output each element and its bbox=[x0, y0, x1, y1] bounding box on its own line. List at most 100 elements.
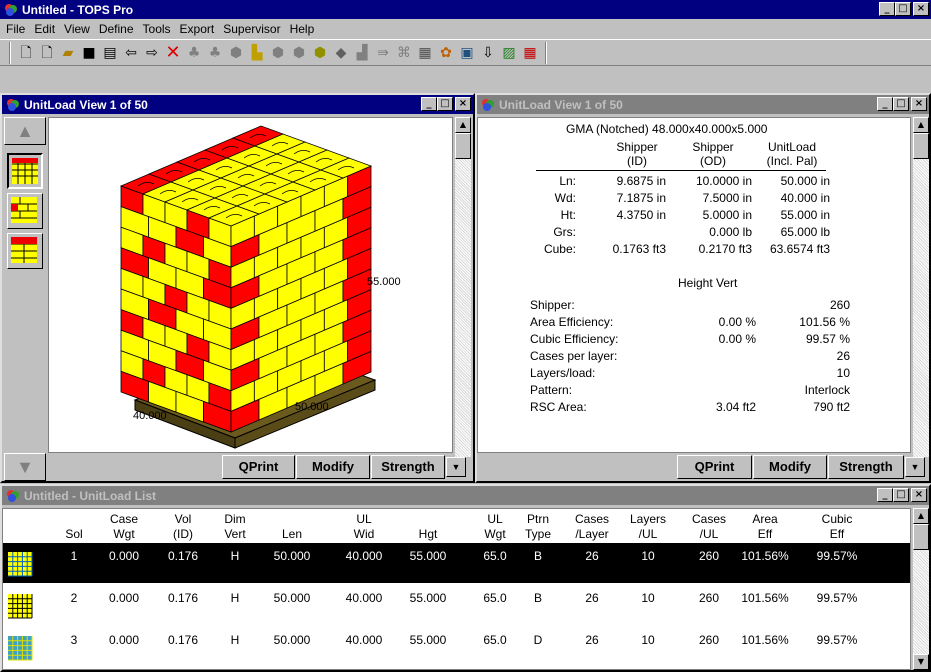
close-button[interactable]: × bbox=[455, 97, 471, 111]
back-arrow-icon[interactable]: ⇦ bbox=[122, 44, 140, 62]
table-row[interactable]: 3 0.000 0.176 H 50.000 40.000 55.000 65.0 D 26 10 2… bbox=[3, 627, 910, 667]
right-view-titlebar[interactable]: UnitLoad View 1 of 50 _ □ × bbox=[477, 95, 929, 114]
tool-11-icon[interactable]: ⌘ bbox=[395, 44, 413, 62]
strength-button[interactable]: Strength bbox=[371, 455, 445, 479]
new-doc2-icon[interactable]: 🗋 bbox=[38, 44, 56, 62]
list-header[interactable]: (ID) bbox=[163, 527, 203, 541]
menu-tools[interactable]: Tools bbox=[143, 22, 171, 36]
list-header[interactable]: Eff bbox=[735, 527, 795, 541]
list-header[interactable]: Eff bbox=[803, 527, 871, 541]
scroll-thumb[interactable] bbox=[913, 524, 929, 550]
tool-2-icon[interactable]: ♣ bbox=[206, 44, 224, 62]
scroll-up-button[interactable]: ▲ bbox=[455, 117, 471, 133]
tool-3-icon[interactable]: ⬢ bbox=[227, 44, 245, 62]
menu-help[interactable]: Help bbox=[290, 22, 315, 36]
table-row[interactable]: 2 0.000 0.176 H 50.000 40.000 55.000 65.0 B 26 10 2… bbox=[3, 585, 910, 625]
maximize-button[interactable]: □ bbox=[893, 488, 909, 502]
menu-export[interactable]: Export bbox=[180, 22, 215, 36]
menu-file[interactable]: File bbox=[6, 22, 25, 36]
list-header[interactable]: Area bbox=[735, 512, 795, 526]
qprint-button[interactable]: QPrint bbox=[222, 455, 295, 479]
list-header[interactable]: Wgt bbox=[473, 527, 517, 541]
app-titlebar[interactable]: Untitled - TOPS Pro _ □ × bbox=[0, 0, 931, 19]
tool-9-icon[interactable]: ▟ bbox=[353, 44, 371, 62]
list-header[interactable]: Vert bbox=[217, 527, 253, 541]
delete-x-icon[interactable]: ✕ bbox=[164, 43, 182, 62]
modify-button[interactable]: Modify bbox=[753, 455, 827, 479]
list-header[interactable]: Case bbox=[103, 512, 145, 526]
left-view-titlebar[interactable]: UnitLoad View 1 of 50 _ □ × bbox=[2, 95, 473, 114]
tool-8-icon[interactable]: ◆ bbox=[332, 44, 350, 62]
close-button[interactable]: × bbox=[913, 2, 929, 16]
scroll-up-button[interactable]: ▲ bbox=[913, 117, 929, 133]
print-icon[interactable]: ▤ bbox=[101, 44, 119, 62]
minimize-button[interactable]: _ bbox=[879, 2, 895, 16]
list-header[interactable]: Wid bbox=[335, 527, 393, 541]
menu-supervisor[interactable]: Supervisor bbox=[223, 22, 280, 36]
tool-13-icon[interactable]: ✿ bbox=[437, 44, 455, 62]
right-view-scrollbar[interactable]: ▲ bbox=[913, 117, 929, 457]
strength-dropdown-icon[interactable]: ▼ bbox=[446, 457, 466, 477]
list-header[interactable]: Sol bbox=[63, 527, 85, 541]
modify-button[interactable]: Modify bbox=[296, 455, 370, 479]
tool-10-icon[interactable]: ⇛ bbox=[374, 44, 392, 62]
minimize-button[interactable]: _ bbox=[877, 488, 893, 502]
strength-dropdown-icon[interactable]: ▼ bbox=[905, 457, 925, 477]
list-header[interactable]: Dim bbox=[217, 512, 253, 526]
tool-4-icon[interactable]: ▙ bbox=[248, 44, 266, 62]
maximize-button[interactable]: □ bbox=[895, 2, 911, 16]
list-header[interactable]: Cubic bbox=[803, 512, 871, 526]
list-header[interactable]: Hgt bbox=[399, 527, 457, 541]
scroll-down-arrow-icon[interactable]: ▼ bbox=[4, 453, 46, 481]
maximize-button[interactable]: □ bbox=[893, 97, 909, 111]
scroll-thumb[interactable] bbox=[455, 133, 471, 159]
menu-edit[interactable]: Edit bbox=[34, 22, 55, 36]
minimize-button[interactable]: _ bbox=[421, 97, 437, 111]
close-button[interactable]: × bbox=[911, 488, 927, 502]
list-scrollbar[interactable]: ▲ ▼ bbox=[913, 508, 929, 670]
tool-14-icon[interactable]: ▣ bbox=[458, 44, 476, 62]
left-view-scrollbar[interactable]: ▲ bbox=[455, 117, 471, 457]
strength-button[interactable]: Strength bbox=[828, 455, 904, 479]
top-view-button[interactable] bbox=[7, 153, 43, 189]
tool-5-icon[interactable]: ⬢ bbox=[269, 44, 287, 62]
maximize-button[interactable]: □ bbox=[437, 97, 453, 111]
list-header[interactable]: /UL bbox=[625, 527, 671, 541]
list-header[interactable]: Type bbox=[523, 527, 553, 541]
list-header[interactable]: Cases bbox=[569, 512, 615, 526]
scroll-thumb[interactable] bbox=[913, 133, 929, 159]
list-header[interactable]: Cases bbox=[689, 512, 729, 526]
list-titlebar[interactable]: Untitled - UnitLoad List _ □ × bbox=[2, 486, 929, 505]
tool-6-icon[interactable]: ⬢ bbox=[290, 44, 308, 62]
list-header[interactable]: UL bbox=[335, 512, 393, 526]
table-row[interactable]: 1 0.000 0.176 H 50.000 40.000 55.000 65.0 B 26 10 2… bbox=[3, 543, 910, 583]
scroll-down-button[interactable]: ▼ bbox=[913, 654, 929, 670]
menu-view[interactable]: View bbox=[64, 22, 90, 36]
side-view-button[interactable] bbox=[7, 193, 43, 229]
scroll-up-button[interactable]: ▲ bbox=[913, 508, 929, 524]
list-header[interactable]: UL bbox=[473, 512, 517, 526]
list-header[interactable]: Wgt bbox=[103, 527, 145, 541]
qprint-button[interactable]: QPrint bbox=[677, 455, 752, 479]
forward-arrow-icon[interactable]: ⇨ bbox=[143, 44, 161, 62]
list-header[interactable]: Vol bbox=[163, 512, 203, 526]
end-view-button[interactable] bbox=[7, 233, 43, 269]
menu-define[interactable]: Define bbox=[99, 22, 134, 36]
tool-12-icon[interactable]: ▦ bbox=[416, 44, 434, 62]
tool-15-icon[interactable]: ⇩ bbox=[479, 44, 497, 62]
list-header[interactable]: Layers bbox=[625, 512, 671, 526]
tool-17-icon[interactable]: ▦ bbox=[521, 44, 539, 62]
minimize-button[interactable]: _ bbox=[877, 97, 893, 111]
save-icon[interactable]: ■ bbox=[80, 44, 98, 62]
list-header[interactable]: Ptrn bbox=[523, 512, 553, 526]
new-doc-icon[interactable]: 🗋 bbox=[17, 44, 35, 62]
list-header[interactable]: /UL bbox=[689, 527, 729, 541]
tool-16-icon[interactable]: ▨ bbox=[500, 44, 518, 62]
scroll-up-arrow-icon[interactable]: ▲ bbox=[4, 117, 46, 145]
tool-1-icon[interactable]: ♣ bbox=[185, 44, 203, 62]
open-folder-icon[interactable]: ▰ bbox=[59, 44, 77, 62]
tool-7-icon[interactable]: ⬢ bbox=[311, 44, 329, 62]
list-header[interactable]: Len bbox=[265, 527, 319, 541]
close-button[interactable]: × bbox=[911, 97, 927, 111]
list-header[interactable]: /Layer bbox=[569, 527, 615, 541]
